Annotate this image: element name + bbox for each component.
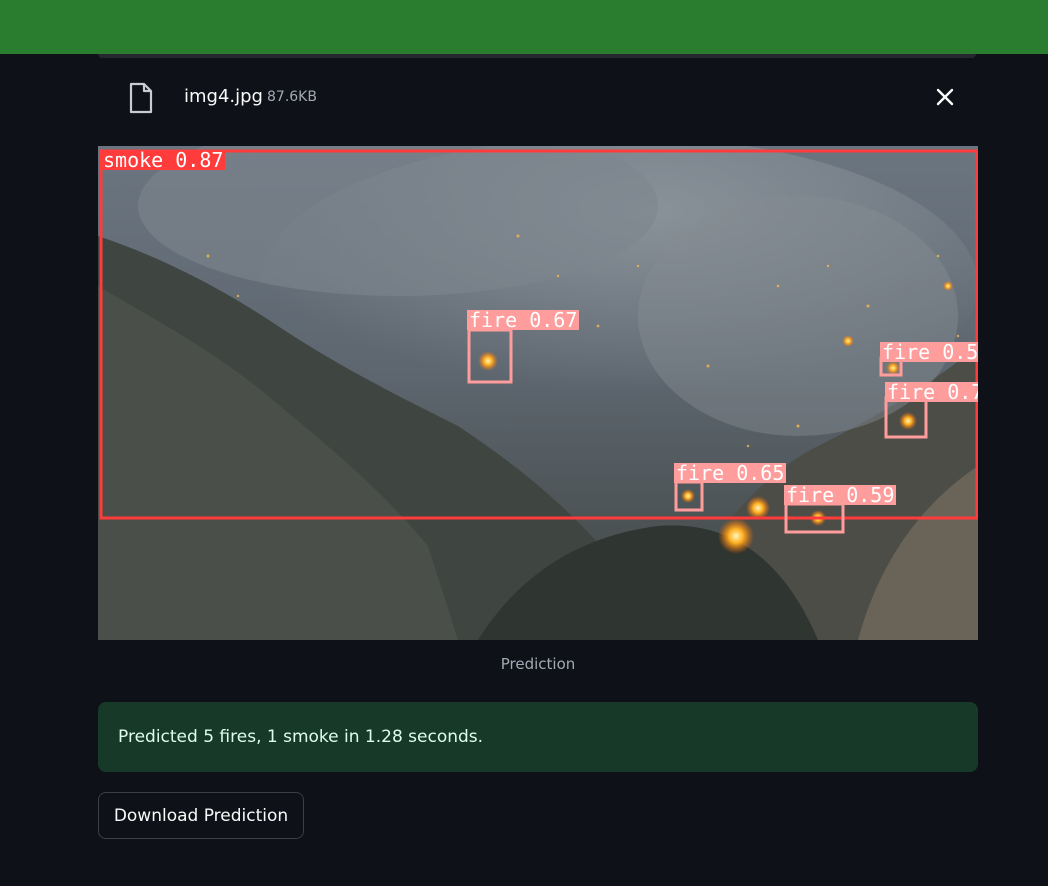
download-prediction-button[interactable]: Download Prediction: [98, 792, 304, 839]
app-header-bar: [0, 0, 1048, 54]
fire-detection-label: fire 0.59: [784, 483, 897, 507]
prediction-summary: Predicted 5 fires, 1 smoke in 1.28 secon…: [118, 727, 484, 747]
uploaded-file-name: img4.jpg: [184, 86, 263, 107]
image-caption: Prediction: [500, 655, 576, 673]
fire-detection-label: fire 0.65: [674, 461, 787, 485]
fire-detection-label: fire 0.67: [467, 308, 580, 332]
uploaded-file-size: 87.6KB: [267, 89, 317, 105]
uploaded-file-row: img4.jpg 87.6KB: [98, 72, 976, 122]
smoke-detection-label: smoke 0.87: [101, 148, 226, 172]
fire-detection-label: fire 0.75: [885, 382, 978, 402]
file-icon: [129, 82, 153, 114]
file-uploader-dropzone-edge: [98, 54, 976, 58]
fire-detection-label: fire 0.56: [880, 342, 978, 362]
prediction-image: smoke 0.87 fire 0.67 fire 0.56 fire 0.75…: [98, 146, 978, 640]
success-alert: Predicted 5 fires, 1 smoke in 1.28 secon…: [98, 702, 978, 772]
wildfire-photo: [98, 146, 978, 640]
close-icon[interactable]: [934, 86, 956, 108]
